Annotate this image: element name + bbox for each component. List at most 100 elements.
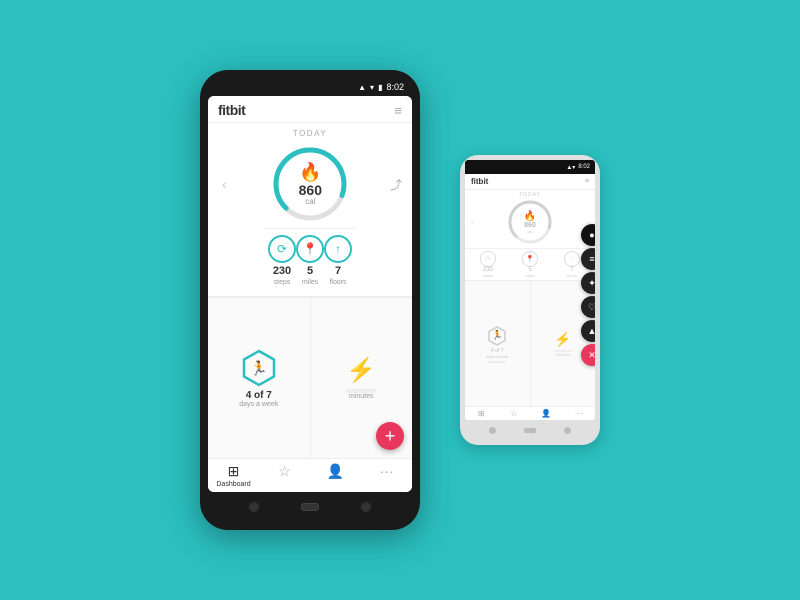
floors-value: 7: [335, 265, 341, 277]
recent-button[interactable]: [361, 502, 371, 512]
sm-stat-floors: ↑ 7 floors: [564, 251, 580, 278]
miles-label: miles: [302, 279, 318, 286]
prev-arrow[interactable]: ‹: [218, 172, 231, 196]
sm-miles-icon: 📍: [522, 251, 538, 267]
calorie-row: ‹ 🔥 860 cal: [218, 140, 402, 228]
sm-activity-hex: 🏃: [486, 325, 508, 347]
sm-prev-arrow[interactable]: ‹: [471, 218, 474, 227]
calorie-icon: 🔥: [299, 162, 321, 183]
home-button[interactable]: [301, 503, 319, 511]
sm-dashboard-icon: ⊞: [478, 409, 485, 418]
sm-signal-icon: ▲▾: [566, 164, 575, 171]
back-button[interactable]: [249, 502, 259, 512]
status-bar-small: ▲▾ 8:02: [465, 160, 595, 174]
dashboard-label: Dashboard: [216, 481, 250, 488]
sm-stats-row: ⟳ 230 steps 📍 5 miles ↑ 7 floors: [465, 248, 595, 280]
sm-calorie-inner: 🔥 860 cal: [524, 211, 536, 234]
sm-calorie-icon: 🔥: [524, 211, 536, 222]
app-screen: fitbit ≡ TODAY ‹: [208, 96, 412, 492]
sm-miles-label: miles: [525, 273, 534, 278]
status-bar-large: ▲ ▾ ▮ 8:02: [208, 78, 412, 96]
app-logo: fitbit: [218, 102, 245, 118]
sm-activity-label: days a week: [486, 354, 508, 359]
sm-stat-miles: 📍 5 miles: [522, 251, 538, 278]
ctx-btn-close[interactable]: ✕: [581, 344, 595, 366]
activity-hex: 🏃: [239, 348, 279, 388]
friends-icon: 👤: [327, 463, 344, 480]
sm-calorie-value: 860: [524, 222, 536, 229]
sm-nav-more[interactable]: ···: [563, 409, 596, 418]
miles-icon: 📍: [296, 235, 324, 263]
sm-run-icon: 🏃: [492, 330, 503, 341]
sm-bottom-nav: ⊞ ☆ 👤 ···: [465, 406, 595, 420]
sm-home-button[interactable]: [524, 428, 536, 433]
goal-minutes: ⚡ minutes +: [311, 298, 413, 458]
run-icon: 🏃: [250, 360, 267, 377]
hardware-buttons-large: [208, 492, 412, 522]
signal-icon: ▲: [358, 83, 366, 92]
stats-row: ⟳ 230 steps 📍 5 miles ↑ 7 floors: [264, 228, 356, 292]
sm-activity-bar: [488, 361, 506, 363]
goals-row: 🏃 4 of 7 days a week ⚡ minutes +: [208, 297, 412, 458]
sm-time: 8:02: [578, 164, 590, 170]
sm-recent-button[interactable]: [564, 427, 571, 434]
sm-back-button[interactable]: [489, 427, 496, 434]
calorie-inner: 🔥 860 cal: [299, 162, 322, 206]
lightning-icon: ⚡: [346, 356, 376, 385]
sm-goals-row: 🏃 4 of 7 days a week ⚡ minutes: [465, 280, 595, 406]
steps-label: steps: [274, 279, 291, 286]
sm-stat-steps: ⟳ 230 steps: [480, 251, 496, 278]
floors-icon: ↑: [324, 235, 352, 263]
floors-label: floors: [329, 279, 346, 286]
nav-challenges[interactable]: ☆: [259, 463, 310, 488]
context-menu: ● ≡ ✦ ♡ ▲ ✕: [581, 224, 595, 366]
nav-friends[interactable]: 👤: [310, 463, 361, 488]
sm-steps-icon: ⟳: [480, 251, 496, 267]
sm-goal-activity: 🏃 4 of 7 days a week: [465, 281, 531, 406]
ctx-btn-3[interactable]: ✦: [581, 272, 595, 294]
sm-today-section: TODAY ‹ 🔥 860 cal ›: [465, 190, 595, 248]
hardware-buttons-small: [465, 420, 595, 440]
wifi-icon: ▾: [370, 83, 374, 92]
today-label: TODAY: [293, 129, 327, 138]
dashboard-icon: ⊞: [228, 463, 240, 480]
sm-lightning-icon: ⚡: [554, 331, 571, 348]
nav-more[interactable]: ···: [361, 463, 412, 488]
ctx-btn-4[interactable]: ♡: [581, 296, 595, 318]
sm-minutes-label: minutes: [556, 352, 570, 357]
sm-friends-icon: 👤: [541, 409, 551, 418]
more-icon: ···: [380, 463, 394, 479]
menu-icon[interactable]: ≡: [394, 103, 402, 118]
nav-dashboard[interactable]: ⊞ Dashboard: [208, 463, 259, 488]
sm-star-icon: ☆: [510, 409, 517, 418]
ctx-btn-1[interactable]: ●: [581, 224, 595, 246]
sm-calorie-circle: 🔥 860 cal: [506, 198, 554, 246]
phone-small: ▲▾ 8:02 fitbit ≡ TODAY ‹: [460, 155, 600, 445]
calorie-circle: 🔥 860 cal: [270, 144, 350, 224]
scene: ▲ ▾ ▮ 8:02 fitbit ≡ TODAY ‹: [0, 0, 800, 600]
sm-app-logo: fitbit: [471, 177, 488, 186]
today-section: TODAY ‹ 🔥 860 cal: [208, 123, 412, 297]
share-icon[interactable]: ⤴: [390, 176, 402, 193]
sm-app-header: fitbit ≡: [465, 174, 595, 190]
ctx-btn-5[interactable]: ▲: [581, 320, 595, 342]
star-icon: ☆: [278, 463, 291, 480]
sm-floors-label: floors: [567, 273, 577, 278]
minutes-label: minutes: [349, 393, 374, 400]
sm-nav-friends[interactable]: 👤: [530, 409, 563, 418]
sm-steps-label: steps: [483, 273, 493, 278]
time-display: 8:02: [386, 82, 404, 92]
sm-nav-dashboard[interactable]: ⊞: [465, 409, 498, 418]
goal-activity: 🏃 4 of 7 days a week: [208, 298, 311, 458]
sm-nav-challenges[interactable]: ☆: [498, 409, 531, 418]
sm-menu-icon[interactable]: ≡: [585, 178, 589, 185]
ctx-btn-2[interactable]: ≡: [581, 248, 595, 270]
phone-large: ▲ ▾ ▮ 8:02 fitbit ≡ TODAY ‹: [200, 70, 420, 530]
stat-steps: ⟳ 230 steps: [268, 235, 296, 286]
calorie-unit: cal: [305, 197, 315, 206]
sm-calorie-unit: cal: [527, 229, 532, 234]
stat-miles: 📍 5 miles: [296, 235, 324, 286]
sm-floors-icon: ↑: [564, 251, 580, 267]
app-header: fitbit ≡: [208, 96, 412, 123]
fab-button[interactable]: +: [376, 422, 404, 450]
